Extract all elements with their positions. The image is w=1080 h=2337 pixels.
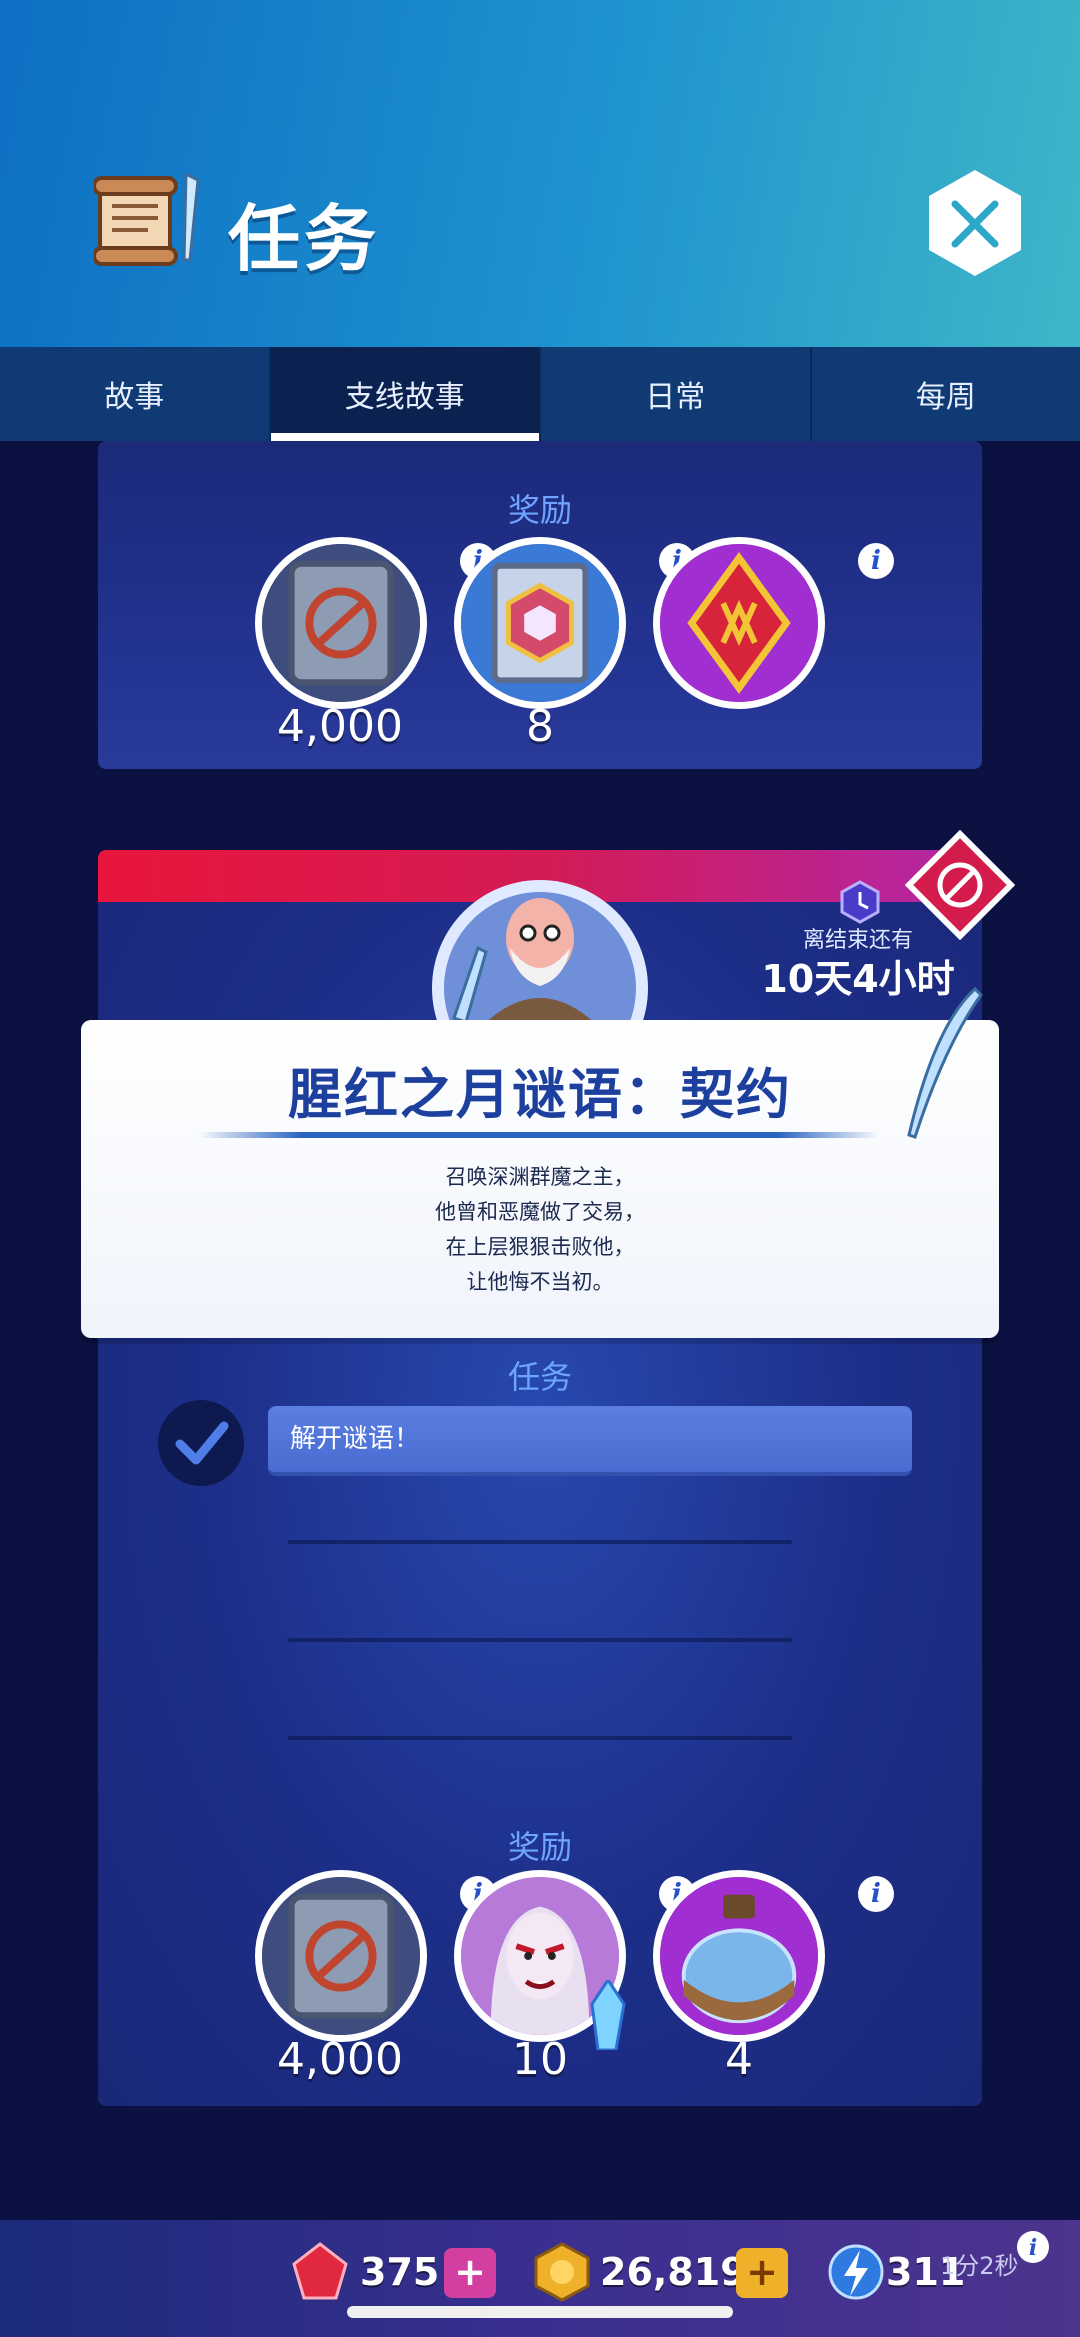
reward-spellbook[interactable] <box>454 537 626 709</box>
potion-icon <box>660 1877 818 2035</box>
info-icon[interactable]: i <box>858 1876 894 1912</box>
reward-count: 4,000 <box>277 701 403 752</box>
description-line: 在上层狠狠击败他， <box>445 1235 635 1259</box>
header: 任务 <box>0 0 1080 347</box>
scroll-quill-icon <box>94 171 200 266</box>
checkmark-icon <box>175 1421 229 1465</box>
buy-gems-button[interactable]: + <box>444 2248 496 2298</box>
description-line: 他曾和恶魔做了交易， <box>435 1200 645 1224</box>
spellbook-icon <box>461 544 619 702</box>
info-icon[interactable]: i <box>858 543 894 579</box>
rune-stone-icon <box>262 1877 420 2035</box>
description-line: 让他悔不当初。 <box>466 1270 614 1294</box>
reward-rune-stone[interactable] <box>255 1870 427 2042</box>
home-indicator[interactable] <box>347 2306 733 2318</box>
reward-count: 10 <box>512 2034 568 2085</box>
tab-weekly[interactable]: 每周 <box>812 347 1080 441</box>
info-icon[interactable]: i <box>1016 2230 1050 2264</box>
timer-icon <box>840 880 880 924</box>
reward-rune-diamond[interactable] <box>653 537 825 709</box>
svg-text:i: i <box>1029 2235 1037 2261</box>
gems-count: 375 <box>360 2250 440 2294</box>
top-rewards-panel: 奖励 i 4,000 i 8 i <box>98 441 982 769</box>
task-item[interactable]: 解开谜语！ <box>268 1406 912 1476</box>
gem-icon <box>292 2242 348 2300</box>
quest-story-card: 腥红之月谜语：契约 召唤深渊群魔之主， 他曾和恶魔做了交易， 在上层狠狠击败他，… <box>81 1020 999 1338</box>
energy-icon <box>828 2244 884 2300</box>
quest-description: 召唤深渊群魔之主， 他曾和恶魔做了交易， 在上层狠狠击败他， 让他悔不当初。 <box>81 1160 999 1300</box>
reward-count: 8 <box>526 701 554 752</box>
empty-task-slot <box>288 1540 792 1544</box>
quill-icon <box>907 986 983 1139</box>
tab-side-story[interactable]: 支线故事 <box>270 347 541 441</box>
task-complete-checkmark <box>158 1400 244 1486</box>
tab-daily[interactable]: 日常 <box>541 347 812 441</box>
empty-task-slot <box>288 1638 792 1642</box>
tab-story[interactable]: 故事 <box>0 347 271 441</box>
reward-rune-stone[interactable] <box>255 537 427 709</box>
rune-badge-icon <box>905 830 1015 940</box>
description-line: 召唤深渊群魔之主， <box>445 1165 635 1189</box>
title-underline <box>199 1132 879 1138</box>
reward-count: 4 <box>725 2034 753 2085</box>
close-button[interactable] <box>925 168 1025 278</box>
gold-count: 26,819 <box>600 2250 747 2294</box>
reward-count: 4,000 <box>277 2034 403 2085</box>
quest-title: 腥红之月谜语：契约 <box>288 1063 792 1126</box>
page-title: 任务 <box>228 197 381 281</box>
empty-task-slot <box>288 1736 792 1740</box>
buy-gold-button[interactable]: + <box>736 2248 788 2298</box>
reward-potion[interactable] <box>653 1870 825 2042</box>
tab-bar: 故事 支线故事 日常 每周 <box>0 347 1080 441</box>
rewards-label: 奖励 <box>507 491 572 529</box>
red-rune-diamond-icon <box>660 544 818 702</box>
energy-refill-timer: 1分2秒 <box>940 2252 1019 2280</box>
currency-bar: 375 + 26,819 + 311 <box>0 2220 1080 2337</box>
tasks-label: 任务 <box>507 1358 572 1396</box>
gold-coin-icon <box>534 2242 590 2302</box>
rewards-label: 奖励 <box>507 1828 572 1866</box>
rune-stone-icon <box>262 544 420 702</box>
